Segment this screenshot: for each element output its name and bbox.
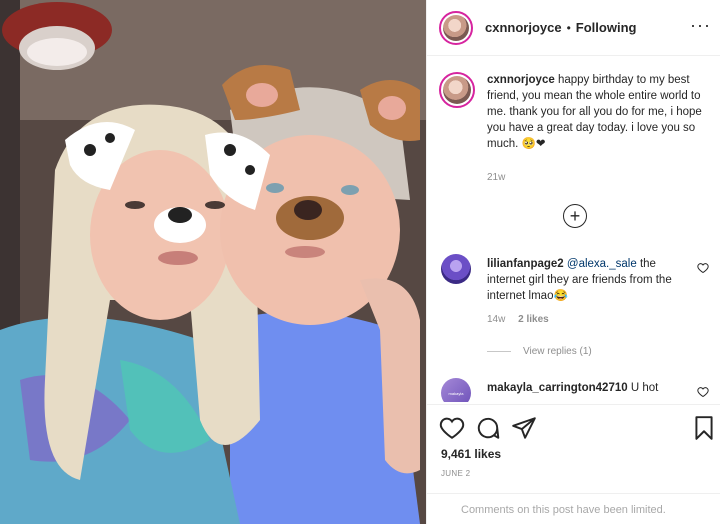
heart-icon[interactable] bbox=[439, 415, 465, 441]
plus-circle-icon: + bbox=[569, 206, 581, 226]
comment-text: lilianfanpage2 @alexa._sale the internet… bbox=[487, 256, 687, 304]
more-options-icon[interactable]: ··· bbox=[690, 16, 711, 34]
caption-text: cxnnorjoyce happy birthday to my best fr… bbox=[487, 72, 707, 152]
replies-divider bbox=[487, 351, 511, 352]
following-button[interactable]: Following bbox=[576, 20, 637, 35]
comment-like-icon[interactable] bbox=[697, 386, 709, 398]
comment-meta: 14w 2 likes bbox=[487, 314, 549, 325]
commenter-avatar[interactable]: makayla bbox=[441, 378, 471, 402]
commenter-username[interactable]: lilianfanpage2 bbox=[487, 258, 564, 270]
author-avatar[interactable] bbox=[439, 10, 473, 45]
post-date[interactable]: JUNE 2 bbox=[441, 469, 470, 478]
bookmark-icon[interactable] bbox=[691, 415, 717, 441]
author-username[interactable]: cxnnorjoyce bbox=[485, 20, 562, 35]
likes-count[interactable]: 9,461 likes bbox=[441, 447, 501, 461]
post-side-panel: cxnnorjoyce • Following ··· cxnnorjoyce … bbox=[426, 0, 720, 524]
post-photo[interactable] bbox=[0, 0, 426, 524]
caption-username[interactable]: cxnnorjoyce bbox=[487, 74, 555, 86]
comment-like-icon[interactable] bbox=[697, 262, 709, 274]
comment-mention[interactable]: @alexa._sale bbox=[567, 258, 637, 270]
load-more-comments-button[interactable]: + bbox=[563, 204, 587, 228]
share-icon[interactable] bbox=[511, 415, 537, 441]
commenter-avatar[interactable] bbox=[441, 254, 471, 284]
post-header: cxnnorjoyce • Following ··· bbox=[427, 0, 720, 56]
comment-text: makayla_carrington42710 U hot bbox=[487, 380, 687, 396]
comment-body: U hot bbox=[627, 382, 659, 394]
post-actions-bar: 9,461 likes JUNE 2 Comments on this post… bbox=[427, 404, 720, 524]
comment-item: makayla makayla_carrington42710 U hot bbox=[439, 378, 713, 402]
comments-limited-notice: Comments on this post have been limited. bbox=[427, 493, 720, 524]
commenter-username[interactable]: makayla_carrington42710 bbox=[487, 382, 628, 394]
caption-avatar[interactable] bbox=[439, 72, 475, 108]
comment-likes[interactable]: 2 likes bbox=[518, 314, 549, 325]
post-image bbox=[0, 0, 426, 524]
view-replies-button[interactable]: View replies (1) bbox=[487, 346, 592, 357]
commenter-avatar-text: makayla bbox=[448, 390, 464, 396]
comment-timestamp[interactable]: 14w bbox=[487, 314, 505, 325]
caption-timestamp[interactable]: 21w bbox=[487, 172, 505, 183]
view-replies-label: View replies (1) bbox=[523, 346, 592, 357]
comment-icon[interactable] bbox=[475, 415, 501, 441]
post-caption: cxnnorjoyce happy birthday to my best fr… bbox=[439, 72, 713, 152]
header-separator: • bbox=[566, 20, 571, 35]
